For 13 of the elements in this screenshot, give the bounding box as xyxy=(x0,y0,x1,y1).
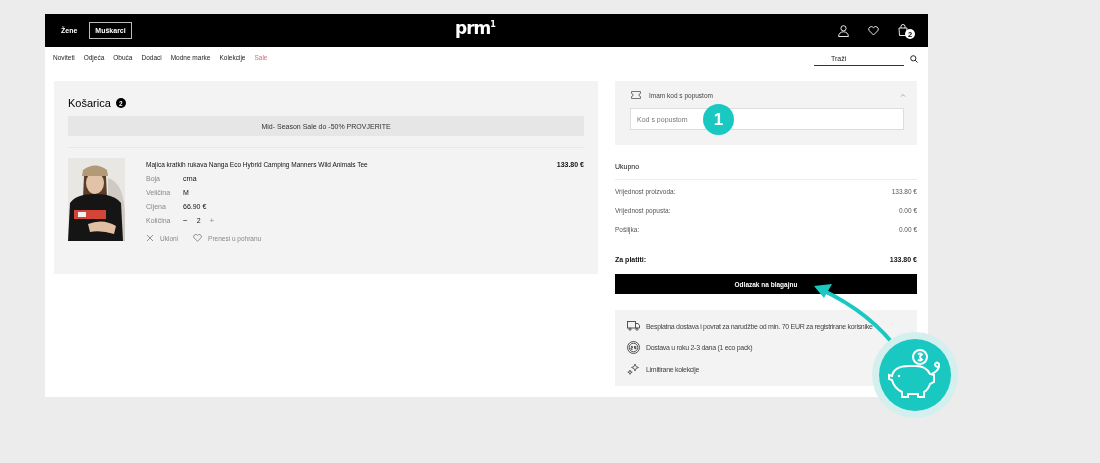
close-icon xyxy=(146,234,154,242)
truck-icon xyxy=(627,321,640,331)
decrease-button[interactable]: − xyxy=(183,216,188,225)
logo[interactable]: prm$^{1}$ xyxy=(455,18,495,38)
sparkle-icon xyxy=(627,363,640,376)
heart-icon[interactable] xyxy=(868,25,879,36)
bag-icon xyxy=(898,24,908,36)
clock-icon xyxy=(627,341,640,354)
search-icon[interactable] xyxy=(910,55,918,63)
user-icon[interactable] xyxy=(838,24,849,37)
ticket-icon xyxy=(631,91,641,99)
heart-icon xyxy=(193,234,203,242)
cart-title: Košarica xyxy=(68,97,111,109)
